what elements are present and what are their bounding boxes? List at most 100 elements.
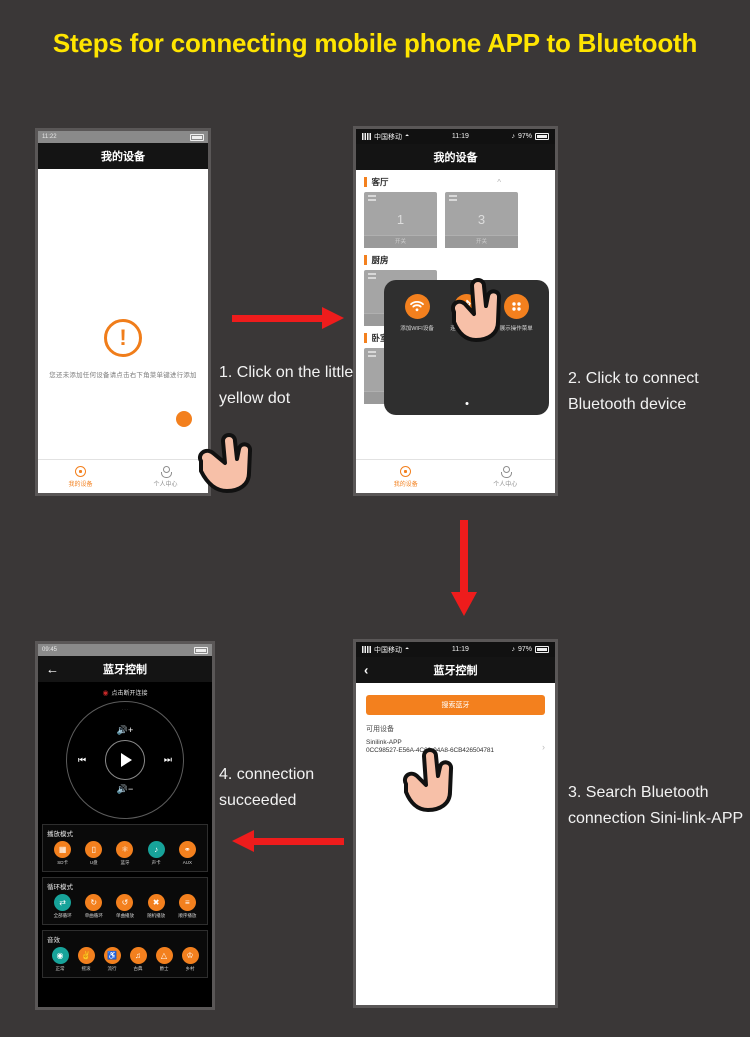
wifi-icon: ◓ bbox=[405, 133, 410, 140]
tab-my-devices[interactable]: 我的设备 bbox=[356, 460, 456, 493]
disconnect-tip[interactable]: ◉ 点击断开连接 bbox=[38, 682, 212, 699]
popup-item-show-menu[interactable]: 展示操作菜单 bbox=[500, 294, 533, 332]
eq-item-rock[interactable]: ✌ 摇滚 bbox=[77, 947, 95, 972]
bottom-tabbar-1: 我的设备 个人中心 bbox=[38, 459, 208, 493]
media-control-dial[interactable]: · · · 🔊+ 🔊− ⏮ ⏭ bbox=[66, 701, 184, 819]
loop-item-play-one[interactable]: ↺ 单曲播放 bbox=[116, 894, 134, 919]
eq-item-classic[interactable]: ♫ 古典 bbox=[129, 947, 147, 972]
panel-play-mode: 播放模式 ▦ SD卡 ▯ U盘 ⚛ 蓝牙 ♪ 声卡 ⚭ AUX bbox=[42, 824, 208, 872]
status-time: 09:45 bbox=[42, 647, 58, 653]
chevron-right-icon: › bbox=[542, 741, 545, 752]
section-accent-bar bbox=[364, 177, 367, 187]
eq-item-country[interactable]: ♔ 乡村 bbox=[181, 947, 199, 972]
popup-item-add-wifi[interactable]: 添加WIFI设备 bbox=[400, 294, 434, 332]
tab-label: 我的设备 bbox=[68, 481, 93, 488]
hand-cursor-icon-1 bbox=[198, 433, 252, 493]
next-track-button[interactable]: ⏭ bbox=[164, 755, 172, 766]
card-number: 1 bbox=[396, 212, 405, 227]
device-ring-icon bbox=[400, 465, 412, 477]
empty-state-message: 您还未添加任何设备请点击右下角菜单键进行添加 bbox=[49, 372, 197, 379]
eq-item-normal[interactable]: ◉ 正常 bbox=[51, 947, 69, 972]
grid-dots-icon bbox=[503, 294, 529, 319]
tab-label: 个人中心 bbox=[493, 481, 518, 488]
panel-title: 音效 bbox=[47, 937, 60, 944]
arrow-step2-to-step3 bbox=[451, 520, 477, 616]
item-label: 流行 bbox=[107, 966, 117, 971]
panel-items: ⇄ 全部循环 ↻ 单曲循环 ↺ 单曲播放 ✖ 随机播放 ≡ 顺序播放 bbox=[47, 894, 203, 919]
hand-cursor-icon-2 bbox=[451, 278, 501, 342]
soundcard-icon: ♪ bbox=[147, 841, 165, 858]
eq-item-pop[interactable]: ♿ 流行 bbox=[103, 947, 121, 972]
wifi-icon: ◓ bbox=[405, 646, 410, 653]
battery-icon bbox=[535, 646, 549, 653]
item-label: 全部循环 bbox=[53, 913, 72, 918]
device-card[interactable]: 1 开关 bbox=[364, 192, 437, 248]
bluetooth-icon: ⚛ bbox=[116, 841, 134, 858]
battery-percent: 97% bbox=[517, 133, 532, 140]
tab-profile[interactable]: 个人中心 bbox=[456, 460, 556, 493]
phone4-body: ◉ 点击断开连接 · · · 🔊+ 🔊− ⏮ ⏭ 播放模式 ▦ SD卡 ▯ U盘… bbox=[38, 682, 212, 1007]
item-label: 乡村 bbox=[185, 966, 195, 971]
arrow-shaft bbox=[460, 520, 468, 592]
loop-item-shuffle[interactable]: ✖ 随机播放 bbox=[147, 894, 165, 919]
annotation-step-4: 4. connection succeeded bbox=[219, 766, 315, 810]
sdcard-icon: ▦ bbox=[54, 841, 72, 858]
signal-icon bbox=[362, 646, 371, 653]
search-bluetooth-button[interactable]: 搜索蓝牙 bbox=[366, 695, 545, 715]
arrow-step1-to-step2 bbox=[232, 307, 344, 329]
loop-item-repeat-all[interactable]: ⇄ 全部循环 bbox=[54, 894, 72, 919]
loop-item-order[interactable]: ≡ 顺序播放 bbox=[178, 894, 196, 919]
panel-items: ▦ SD卡 ▯ U盘 ⚛ 蓝牙 ♪ 声卡 ⚭ AUX bbox=[47, 841, 203, 866]
mode-item-aux[interactable]: ⚭ AUX bbox=[178, 841, 196, 866]
device-card[interactable]: 3 开关 bbox=[445, 192, 518, 248]
repeat-one-icon: ↻ bbox=[85, 894, 103, 911]
shuffle-icon: ✖ bbox=[147, 894, 165, 911]
dial-tick: · · · bbox=[121, 707, 129, 712]
tab-label: 个人中心 bbox=[153, 481, 178, 488]
panel-sound-effects: 音效 ◉ 正常 ✌ 摇滚 ♿ 流行 ♫ 古典 △ 爵士 ♔ 乡村 bbox=[42, 930, 208, 978]
battery-icon bbox=[190, 133, 204, 141]
volume-up-button[interactable]: 🔊+ bbox=[117, 725, 133, 736]
volume-down-button[interactable]: 🔊− bbox=[117, 784, 133, 795]
loop-item-repeat-one[interactable]: ↻ 单曲循环 bbox=[85, 894, 103, 919]
card-mini-icon bbox=[368, 195, 376, 203]
mode-item-bluetooth[interactable]: ⚛ 蓝牙 bbox=[116, 841, 134, 866]
carrier-name: 中国移动 bbox=[374, 133, 402, 141]
back-button[interactable]: ← bbox=[46, 663, 59, 676]
aux-icon: ⚭ bbox=[178, 841, 196, 858]
annotation-step-3: 3. Search Bluetooth connection Sini-link… bbox=[568, 784, 744, 828]
play-button[interactable] bbox=[105, 740, 145, 780]
headphone-icon: ♪ bbox=[511, 646, 515, 653]
status-time: 11:22 bbox=[42, 134, 57, 140]
header-title: 蓝牙控制 bbox=[103, 664, 147, 676]
status-left: 中国移动 ◓ bbox=[362, 645, 409, 655]
popup-item-label: 展示操作菜单 bbox=[499, 326, 533, 332]
phone-screenshot-4: 09:45 ← 蓝牙控制 ◉ 点击断开连接 · · · 🔊+ 🔊− ⏮ ⏭ 播放… bbox=[35, 641, 215, 1010]
card-number: 3 bbox=[477, 212, 486, 227]
card-mini-icon bbox=[449, 195, 457, 203]
normal-eq-icon: ◉ bbox=[51, 947, 69, 964]
tab-my-devices[interactable]: 我的设备 bbox=[38, 460, 123, 493]
status-icons bbox=[194, 646, 208, 654]
device-card-list-1: 1 开关 3 开关 bbox=[356, 192, 555, 248]
pop-icon: ♿ bbox=[103, 947, 121, 964]
arrow-head bbox=[232, 830, 254, 852]
mode-item-sdcard[interactable]: ▦ SD卡 bbox=[54, 841, 72, 866]
tab-label: 我的设备 bbox=[393, 481, 418, 488]
mode-item-usb[interactable]: ▯ U盘 bbox=[85, 841, 103, 866]
status-right: ♪ 97% bbox=[511, 646, 549, 653]
page-title: Steps for connecting mobile phone APP to… bbox=[52, 28, 698, 58]
hand-cursor-icon-3 bbox=[403, 748, 453, 812]
add-device-fab[interactable] bbox=[176, 411, 192, 427]
previous-track-button[interactable]: ⏮ bbox=[78, 755, 86, 766]
section-header-kitchen: 厨房 bbox=[356, 248, 555, 270]
back-button[interactable]: ‹ bbox=[364, 664, 368, 677]
status-bar: 09:45 bbox=[38, 644, 212, 656]
eq-item-jazz[interactable]: △ 爵士 bbox=[155, 947, 173, 972]
repeat-all-icon: ⇄ bbox=[54, 894, 72, 911]
status-left: 中国移动 ◓ bbox=[362, 132, 409, 142]
chevron-up-icon[interactable]: ^ bbox=[497, 178, 501, 187]
mode-item-soundcard[interactable]: ♪ 声卡 bbox=[147, 841, 165, 866]
item-label: 爵士 bbox=[159, 966, 169, 971]
item-label: 声卡 bbox=[151, 860, 161, 865]
